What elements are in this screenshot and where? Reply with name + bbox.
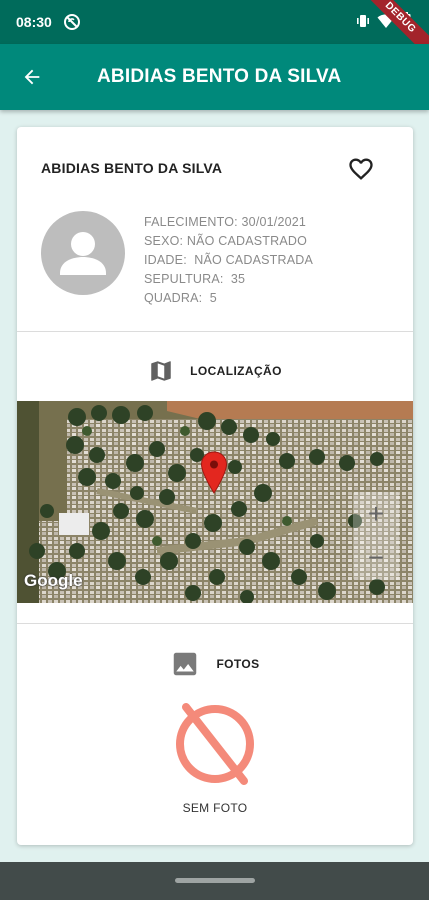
- zoom-controls: + −: [353, 492, 399, 580]
- arrow-back-icon: [24, 69, 40, 85]
- map-icon: [151, 361, 171, 381]
- person-details: FALECIMENTO: 30/01/2021 SEXO: NÃO CADAST…: [144, 213, 313, 308]
- person-icon: [60, 232, 106, 275]
- zoom-in-button[interactable]: +: [353, 492, 399, 536]
- zoom-out-button[interactable]: −: [353, 536, 399, 580]
- sex-value: SEXO: NÃO CADASTRADO: [144, 234, 308, 248]
- grave-value: SEPULTURA: 35: [144, 272, 246, 286]
- photos-label: FOTOS: [216, 657, 260, 671]
- avatar: [41, 211, 125, 295]
- photos-header: FOTOS: [17, 649, 413, 679]
- location-label: LOCALIZAÇÃO: [190, 364, 282, 378]
- zoom-in-label: +: [367, 498, 385, 529]
- sync-disabled-icon: [64, 14, 80, 30]
- no-photo-icon: [176, 703, 254, 785]
- person-card: ABIDIAS BENTO DA SILVA FALECIMENTO: 30/0…: [17, 127, 413, 845]
- zoom-out-label: −: [367, 542, 385, 573]
- home-gesture-handle[interactable]: [175, 878, 255, 883]
- death-date: FALECIMENTO: 30/01/2021: [144, 215, 307, 229]
- google-attribution: Google: [24, 571, 83, 590]
- status-bar: 08:30 DEBUG: [0, 0, 429, 44]
- age-value: IDADE: NÃO CADASTRADA: [144, 253, 314, 267]
- system-nav-bar: [0, 862, 429, 900]
- image-icon: [174, 652, 197, 676]
- divider: [17, 331, 413, 332]
- map-view[interactable]: + − Google: [17, 401, 413, 603]
- app-bar: ABIDIAS BENTO DA SILVA: [0, 44, 429, 110]
- no-photo-label: SEM FOTO: [182, 801, 248, 815]
- heart-outline-icon: [349, 158, 373, 180]
- map-pin-icon[interactable]: [200, 451, 228, 495]
- favorite-button[interactable]: [344, 152, 378, 186]
- vibrate-icon: [357, 15, 369, 27]
- status-time: 08:30: [16, 14, 52, 30]
- divider: [17, 623, 413, 624]
- location-header: LOCALIZAÇÃO: [17, 357, 413, 385]
- back-button[interactable]: [14, 59, 50, 95]
- page-title: ABIDIAS BENTO DA SILVA: [97, 66, 342, 87]
- block-value: QUADRA: 5: [144, 291, 217, 305]
- person-name: ABIDIAS BENTO DA SILVA: [41, 160, 223, 176]
